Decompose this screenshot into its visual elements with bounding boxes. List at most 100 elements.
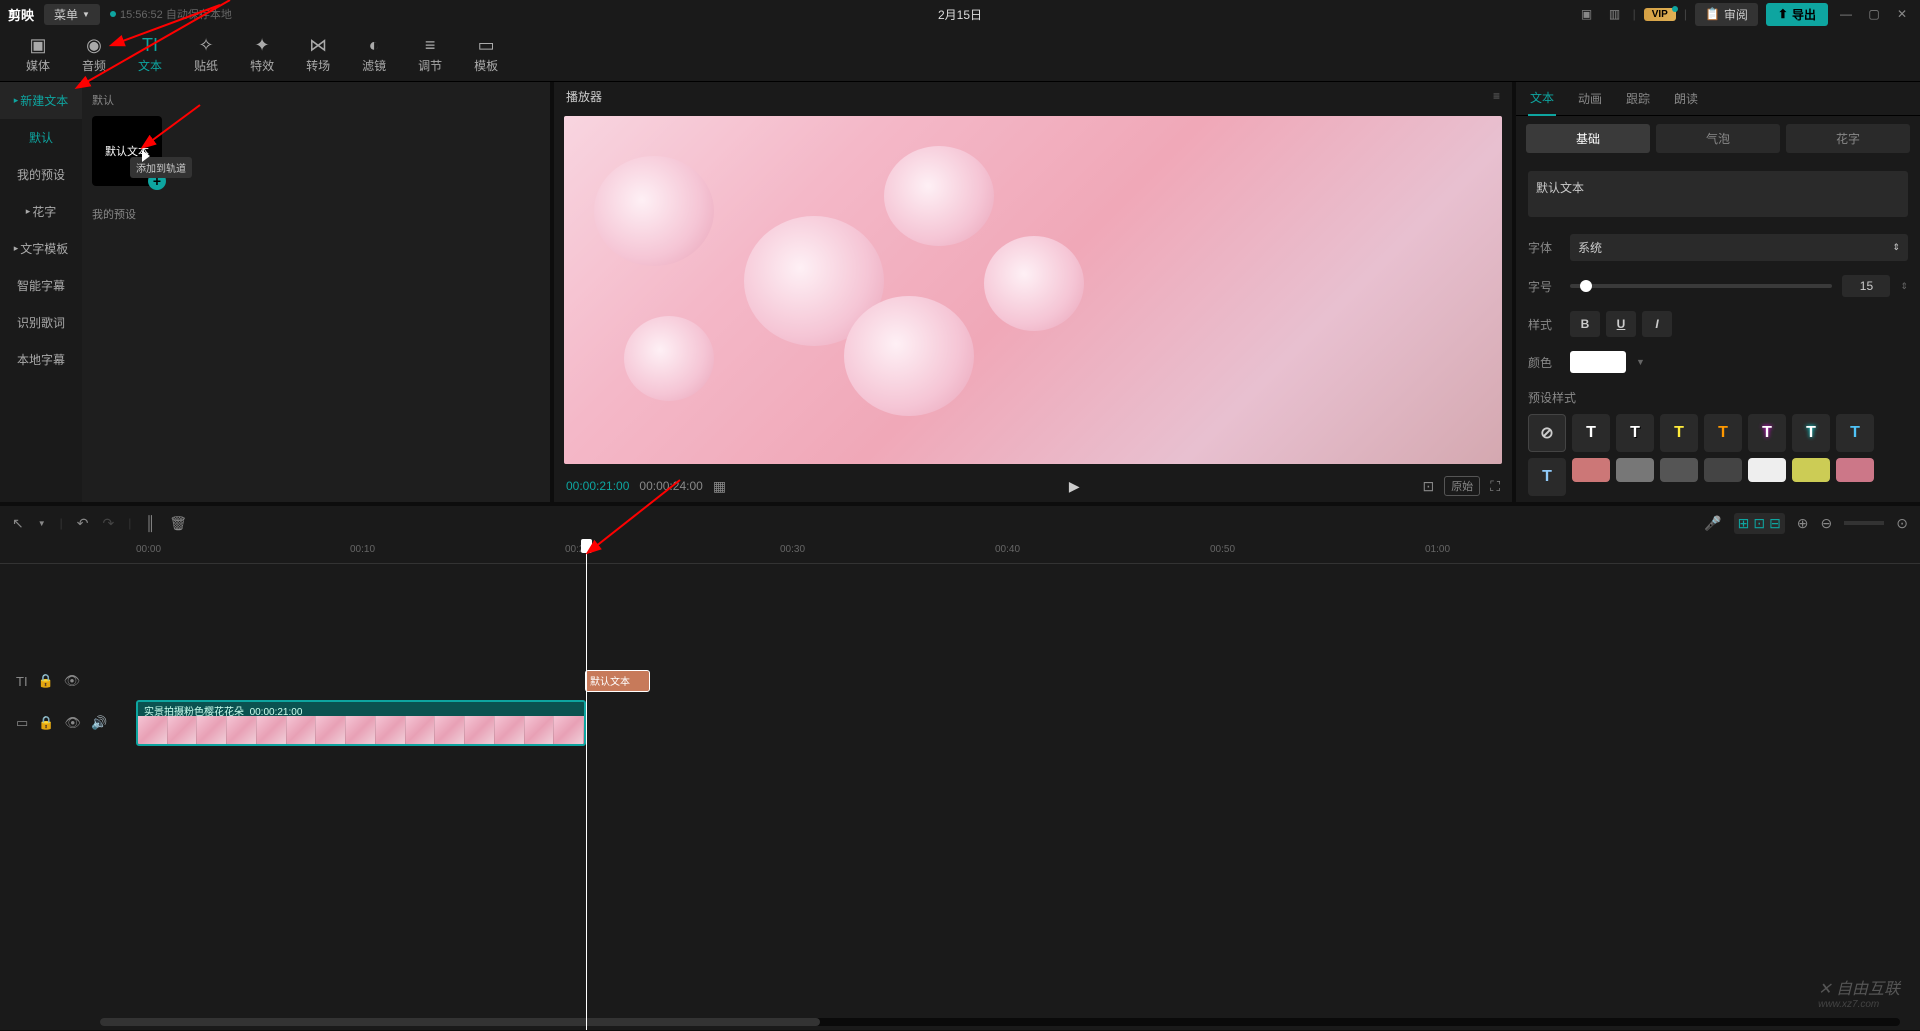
font-select[interactable]: 系统⇕	[1570, 234, 1908, 261]
split-icon[interactable]: ║	[145, 515, 155, 531]
tab-text[interactable]: TI文本	[124, 31, 176, 78]
mute-icon[interactable]: 🔊	[91, 715, 107, 731]
timeline[interactable]: 00:00 00:10 00:20 00:30 00:40 00:50 01:0…	[0, 540, 1920, 1030]
snap-icon-2[interactable]: ⊡	[1753, 515, 1765, 532]
color-picker[interactable]	[1570, 351, 1626, 373]
transition-icon: ⋈	[309, 35, 327, 55]
tab-filter[interactable]: ◐滤镜	[348, 31, 400, 78]
video-track[interactable]: ▭ 🔒 👁 🔊 封面 实景拍摄粉色樱花花朵 00:00:21:00	[0, 698, 1920, 748]
review-button[interactable]: 📋 审阅	[1695, 3, 1758, 26]
snap-icon-1[interactable]: ⊞	[1738, 515, 1750, 532]
undo-icon[interactable]: ↶	[77, 515, 89, 532]
link-icon[interactable]: ⊕	[1797, 515, 1809, 532]
preset-b3[interactable]	[1660, 458, 1698, 482]
layout-icon-1[interactable]: ▣	[1577, 7, 1597, 21]
cursor-icon[interactable]: ↖	[12, 515, 24, 532]
sidebar-item-lyrics[interactable]: 识别歌词	[0, 304, 82, 341]
preset-b5[interactable]	[1748, 458, 1786, 482]
prop-tab-track[interactable]: 跟踪	[1624, 82, 1652, 115]
preset-6[interactable]: T	[1792, 414, 1830, 452]
text-clip[interactable]: 默认文本	[585, 670, 650, 692]
sidebar-item-my-preset[interactable]: 我的预设	[0, 156, 82, 193]
italic-button[interactable]: I	[1642, 311, 1672, 337]
prop-tab-read[interactable]: 朗读	[1672, 82, 1700, 115]
tab-sticker[interactable]: ✧贴纸	[180, 31, 232, 78]
delete-icon[interactable]: 🗑	[169, 515, 187, 532]
preset-3[interactable]: T	[1660, 414, 1698, 452]
play-button[interactable]: ▶	[1069, 478, 1080, 495]
fullscreen-icon[interactable]: ⛶	[1490, 478, 1500, 495]
sidebar-item-smart-caption[interactable]: 智能字幕	[0, 267, 82, 304]
tab-transition[interactable]: ⋈转场	[292, 31, 344, 78]
maximize-icon[interactable]: ▢	[1864, 7, 1884, 21]
player-menu-icon[interactable]: ≡	[1493, 89, 1500, 103]
lock-icon[interactable]: 🔒	[38, 715, 54, 731]
cursor-dropdown-icon[interactable]: ▼	[38, 519, 46, 528]
menu-button[interactable]: 菜单▼	[44, 4, 100, 25]
tab-audio[interactable]: ◉音频	[68, 31, 120, 78]
export-button[interactable]: ⬆ 导出	[1766, 3, 1828, 26]
sidebar-item-text-template[interactable]: ▸文字模板	[0, 230, 82, 267]
tooltip: 添加到轨道	[130, 157, 192, 178]
preset-8[interactable]: T	[1528, 458, 1566, 496]
text-icon: TI	[142, 35, 158, 55]
prop-tab-anim[interactable]: 动画	[1576, 82, 1604, 115]
zoom-fit-icon[interactable]: ⊙	[1896, 515, 1908, 532]
bold-button[interactable]: B	[1570, 311, 1600, 337]
preset-2[interactable]: T	[1616, 414, 1654, 452]
text-track[interactable]: TI 🔒 👁 默认文本	[0, 664, 1920, 698]
template-icon: ▭	[478, 35, 495, 55]
tab-adjust[interactable]: ≡调节	[404, 31, 456, 78]
visibility-icon[interactable]: 👁	[64, 715, 81, 731]
title-bar: 剪映 菜单▼ 15:56:52 自动保存本地 2月15日 ▣ ▥ | VIP |…	[0, 0, 1920, 28]
tab-template[interactable]: ▭模板	[460, 31, 512, 78]
preset-1[interactable]: T	[1572, 414, 1610, 452]
sub-tab-fancy[interactable]: 花字	[1786, 124, 1910, 153]
visibility-icon[interactable]: 👁	[64, 673, 81, 689]
snap-icon-3[interactable]: ⊟	[1769, 515, 1781, 532]
time-ruler[interactable]: 00:00 00:10 00:20 00:30 00:40 00:50 01:0…	[0, 540, 1920, 564]
frame-icon[interactable]: ⊡	[1422, 478, 1434, 495]
preset-b6[interactable]	[1792, 458, 1830, 482]
sidebar-item-local-caption[interactable]: 本地字幕	[0, 341, 82, 378]
size-label: 字号	[1528, 278, 1560, 295]
size-slider[interactable]	[1570, 284, 1832, 288]
preset-b4[interactable]	[1704, 458, 1742, 482]
layout-icon-2[interactable]: ▥	[1605, 7, 1625, 21]
grid-icon[interactable]: ▦	[713, 478, 726, 495]
preset-b1[interactable]	[1572, 458, 1610, 482]
preset-b7[interactable]	[1836, 458, 1874, 482]
lock-icon[interactable]: 🔒	[38, 673, 54, 689]
tab-media[interactable]: ▣媒体	[12, 31, 64, 78]
preset-5[interactable]: T	[1748, 414, 1786, 452]
zoom-out-icon[interactable]: ⊖	[1821, 515, 1833, 532]
size-input[interactable]: 15	[1842, 275, 1890, 297]
preset-7[interactable]: T	[1836, 414, 1874, 452]
sidebar-item-fancy[interactable]: ▸花字	[0, 193, 82, 230]
redo-icon[interactable]: ↷	[103, 515, 115, 532]
minimize-icon[interactable]: —	[1836, 7, 1856, 21]
ratio-button[interactable]: 原始	[1444, 476, 1480, 496]
preset-b2[interactable]	[1616, 458, 1654, 482]
preset-none[interactable]: ⊘	[1528, 414, 1566, 452]
effect-icon: ✦	[255, 35, 270, 55]
mic-icon[interactable]: 🎤	[1704, 515, 1721, 532]
text-content-input[interactable]	[1528, 171, 1908, 217]
underline-button[interactable]: U	[1606, 311, 1636, 337]
prop-tab-text[interactable]: 文本	[1528, 81, 1556, 116]
section-default-label: 默认	[92, 92, 540, 108]
sub-tab-bubble[interactable]: 气泡	[1656, 124, 1780, 153]
sidebar-item-new-text[interactable]: ▸新建文本	[0, 82, 82, 119]
tab-effect[interactable]: ✦特效	[236, 31, 288, 78]
vip-badge[interactable]: VIP	[1644, 8, 1676, 21]
sidebar: ▸新建文本 默认 我的预设 ▸花字 ▸文字模板 智能字幕 识别歌词 本地字幕	[0, 82, 82, 502]
playhead[interactable]	[586, 540, 587, 1030]
font-label: 字体	[1528, 239, 1560, 256]
timeline-scrollbar[interactable]	[100, 1018, 1900, 1026]
player-viewport[interactable]	[554, 110, 1512, 470]
sub-tab-basic[interactable]: 基础	[1526, 124, 1650, 153]
preset-4[interactable]: T	[1704, 414, 1742, 452]
close-icon[interactable]: ✕	[1892, 7, 1912, 21]
sidebar-item-default[interactable]: 默认	[0, 119, 82, 156]
video-clip[interactable]: 实景拍摄粉色樱花花朵 00:00:21:00	[136, 700, 586, 746]
